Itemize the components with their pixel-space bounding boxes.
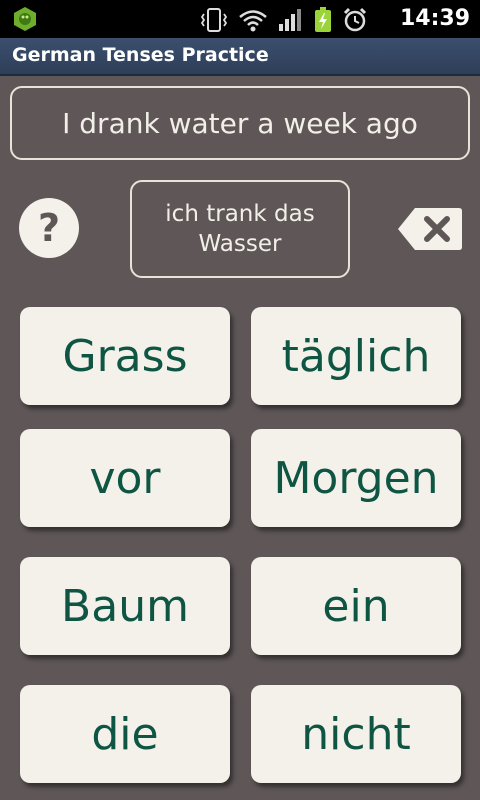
status-bar: 14:39: [0, 0, 480, 38]
signal-icon: [279, 9, 301, 31]
question-mark-icon: ?: [37, 206, 61, 250]
word-button[interactable]: Morgen: [251, 429, 461, 527]
word-label: ein: [322, 580, 390, 632]
word-button[interactable]: die: [20, 685, 230, 783]
word-label: Grass: [62, 330, 188, 382]
word-label: die: [91, 708, 159, 760]
status-time: 14:39: [399, 6, 470, 31]
app-notification-icon: [14, 7, 36, 31]
word-label: vor: [89, 452, 161, 504]
answer-box: ich trank das Wasser: [130, 180, 350, 278]
help-button[interactable]: ?: [19, 198, 79, 258]
vibrate-icon: [200, 8, 228, 32]
word-label: nicht: [301, 708, 411, 760]
word-label: täglich: [281, 330, 431, 382]
word-button[interactable]: vor: [20, 429, 230, 527]
backspace-icon[interactable]: [397, 206, 463, 252]
word-label: Morgen: [273, 452, 439, 504]
battery-charging-icon: [315, 7, 331, 32]
word-button[interactable]: ein: [251, 557, 461, 655]
word-button[interactable]: täglich: [251, 307, 461, 405]
app-title-bar: German Tenses Practice: [0, 38, 480, 76]
word-button[interactable]: Grass: [20, 307, 230, 405]
alarm-icon: [343, 7, 367, 32]
prompt-sentence: I drank water a week ago: [10, 86, 470, 160]
app-title: German Tenses Practice: [12, 44, 269, 66]
answer-text: ich trank das Wasser: [165, 201, 315, 257]
word-label: Baum: [61, 580, 189, 632]
wifi-icon: [239, 10, 267, 32]
word-button[interactable]: nicht: [251, 685, 461, 783]
word-button[interactable]: Baum: [20, 557, 230, 655]
